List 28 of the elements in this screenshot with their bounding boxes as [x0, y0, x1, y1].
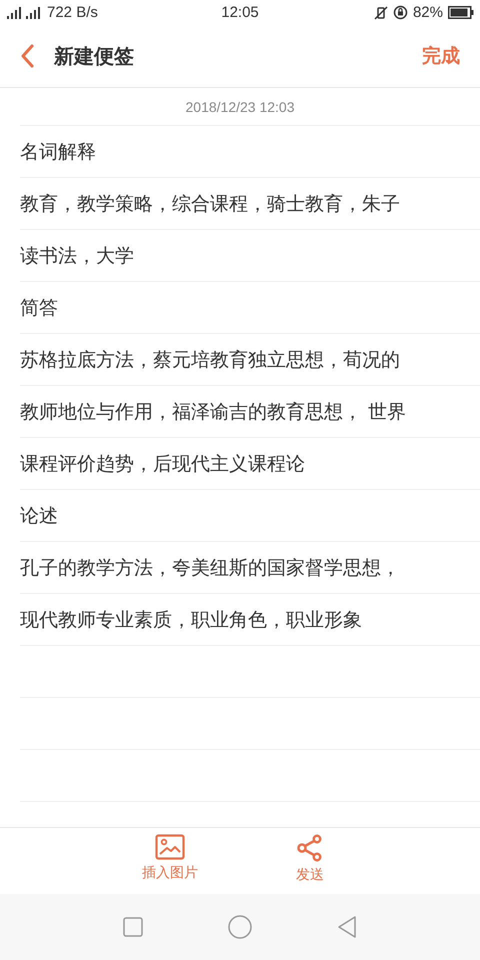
image-icon — [155, 834, 185, 860]
page-title: 新建便签 — [54, 42, 135, 70]
home-icon[interactable] — [228, 915, 252, 939]
network-speed: 722 B/s — [47, 4, 98, 21]
vibrate-icon — [374, 6, 388, 20]
done-button[interactable]: 完成 — [422, 43, 460, 69]
note-text-line: 现代教师专业素质，职业角色，职业形象 — [20, 608, 362, 632]
battery-percent: 82% — [412, 4, 443, 21]
back-icon[interactable] — [20, 44, 34, 68]
note-timestamp: 2018/12/23 12:03 — [20, 88, 480, 126]
note-text-line: 教育，教学策略，综合课程，骑士教育，朱子 — [20, 192, 400, 216]
battery-icon — [448, 6, 474, 19]
rotation-lock-icon — [392, 5, 408, 20]
share-icon — [296, 834, 324, 862]
note-text-line: 名词解释 — [20, 140, 96, 164]
note-text-line: 教师地位与作用，福泽谕吉的教育思想， 世界 — [20, 400, 406, 424]
recent-apps-icon[interactable] — [122, 917, 143, 937]
note-text-line: 论述 — [20, 504, 58, 528]
note-text-line: 课程评价趋势，后现代主义课程论 — [20, 452, 305, 476]
send-button[interactable]: 发送 — [270, 828, 350, 894]
clock-time: 12:05 — [221, 4, 259, 21]
signal-icon — [6, 6, 42, 20]
note-text-line: 苏格拉底方法，蔡元培教育独立思想，荀况的 — [20, 348, 400, 372]
back-nav-icon[interactable] — [337, 915, 358, 939]
insert-image-button[interactable]: 插入图片 — [130, 828, 210, 894]
note-text-line: 读书法，大学 — [20, 244, 134, 268]
note-text-line: 孔子的教学方法，夸美纽斯的国家督学思想， — [20, 556, 400, 580]
note-text-line: 简答 — [20, 296, 58, 320]
